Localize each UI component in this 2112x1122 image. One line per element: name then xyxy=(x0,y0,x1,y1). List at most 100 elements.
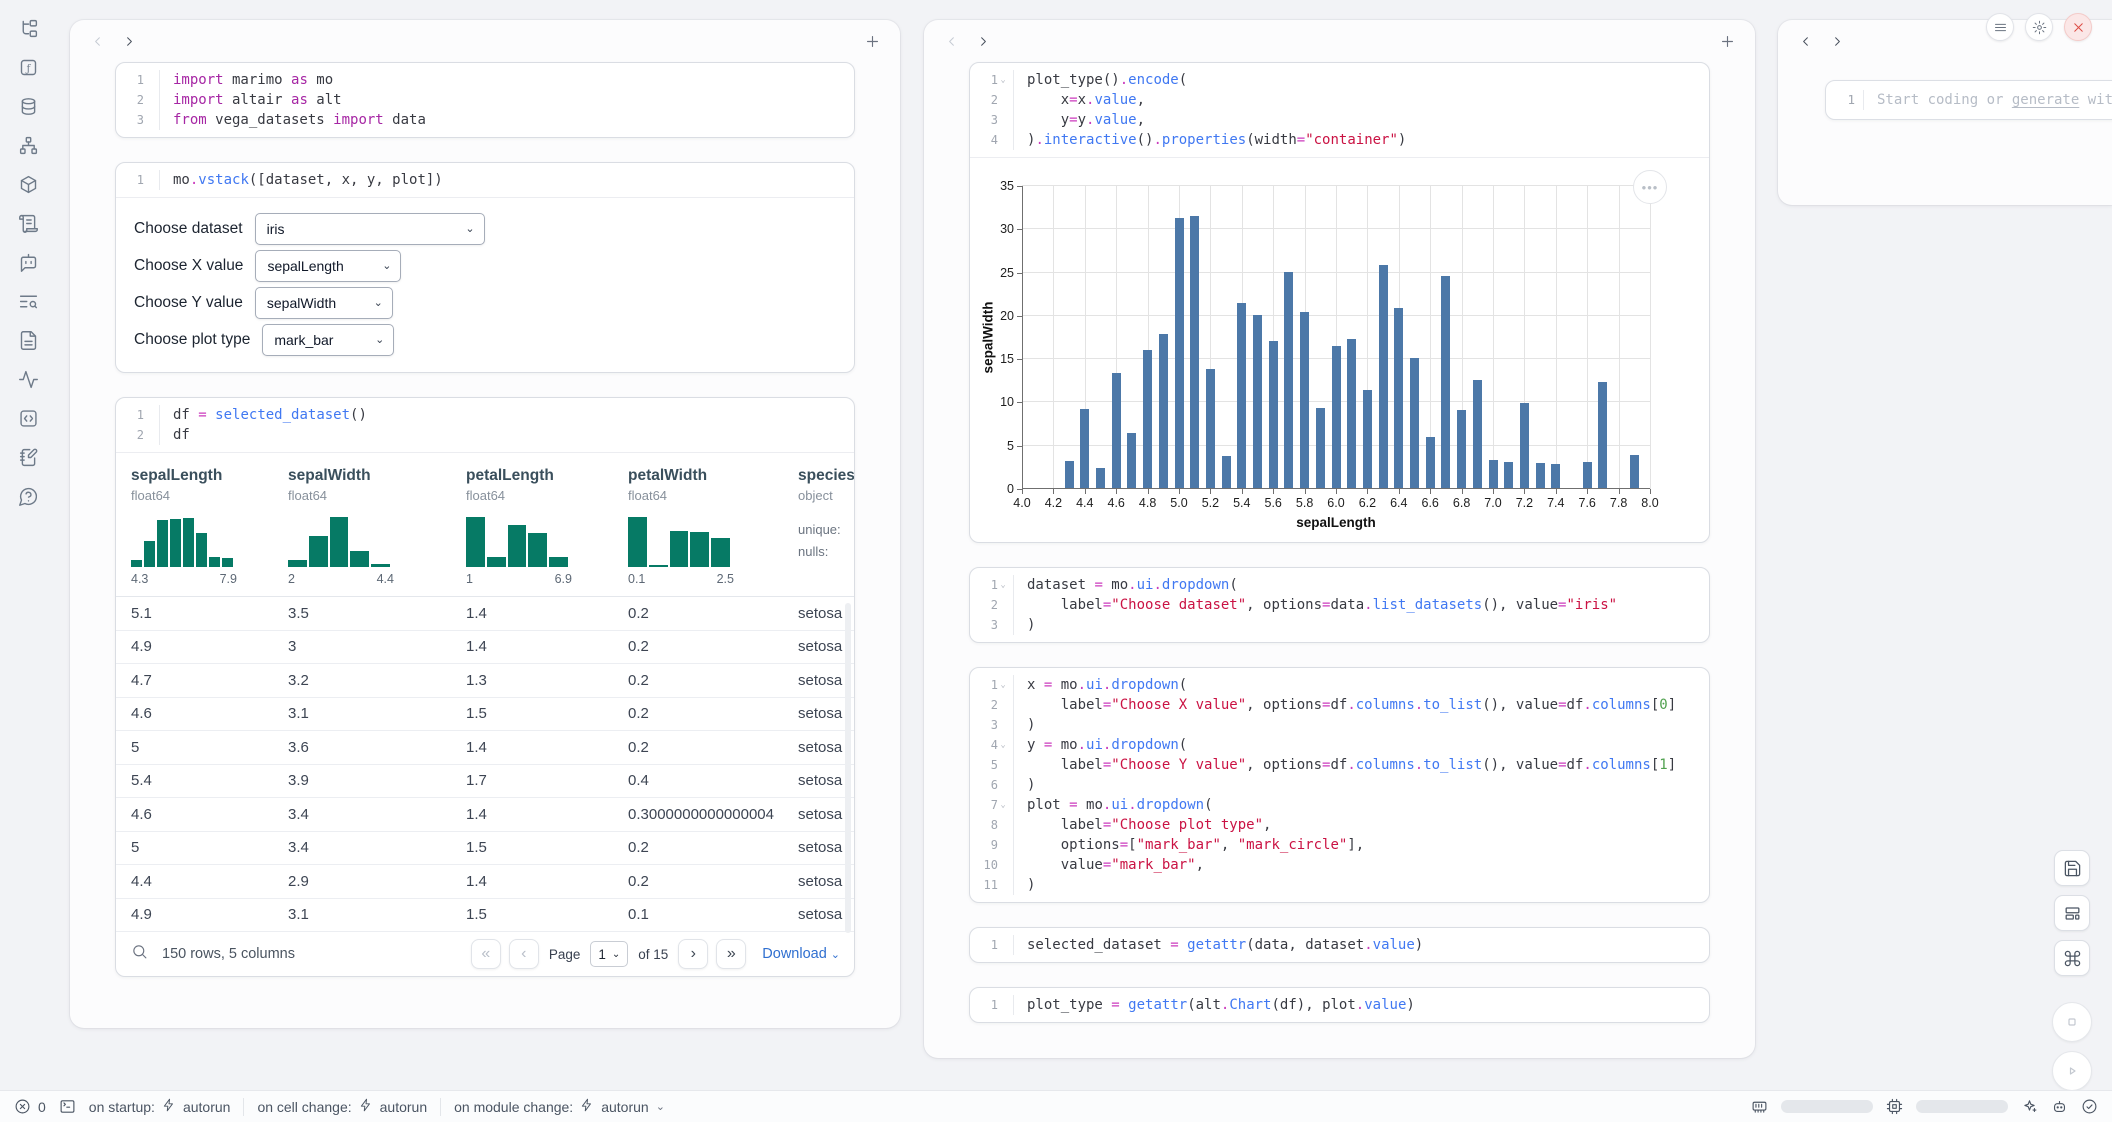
table-header: sepalLengthfloat644.37.9sepalWidthfloat6… xyxy=(116,453,854,597)
dependency-graph-icon[interactable] xyxy=(16,133,40,157)
lightning-icon xyxy=(359,1098,373,1115)
document-icon[interactable] xyxy=(16,328,40,352)
cell-selected-dataset[interactable]: 1selected_dataset = getattr(data, datase… xyxy=(969,927,1710,963)
on-module-change-config[interactable]: on module change: autorun ⌄ xyxy=(454,1098,665,1115)
error-count[interactable]: 0 xyxy=(14,1098,46,1115)
column-prev-icon[interactable] xyxy=(88,32,106,50)
table-row[interactable]: 5.43.91.70.4setosa xyxy=(116,765,854,799)
close-icon[interactable] xyxy=(2064,13,2092,41)
column-header[interactable]: sepalLengthfloat644.37.9 xyxy=(116,467,273,586)
column-prev-icon[interactable] xyxy=(942,32,960,50)
code-line: label="Choose Y value", options=df.colum… xyxy=(1014,755,1709,775)
activity-icon[interactable] xyxy=(16,367,40,391)
histogram-bar xyxy=(209,557,220,567)
package-icon[interactable] xyxy=(16,172,40,196)
chatbot-icon[interactable] xyxy=(16,250,40,274)
plot-type-select[interactable]: mark_bar⌄ xyxy=(262,324,394,356)
code-line: ) xyxy=(1014,715,1709,735)
file-tree-icon[interactable] xyxy=(16,16,40,40)
save-button[interactable] xyxy=(2054,850,2090,886)
column-header[interactable]: sepalWidthfloat6424.4 xyxy=(273,467,451,586)
run-button[interactable] xyxy=(2052,1051,2092,1091)
code-editor[interactable]: 1mo.vstack([dataset, x, y, plot]) xyxy=(116,163,854,198)
prev-page-button[interactable]: ‹ xyxy=(509,939,539,969)
table-row[interactable]: 4.93.11.50.1setosa xyxy=(116,899,854,933)
code-editor[interactable]: 1import marimo as mo2import altair as al… xyxy=(116,63,854,137)
command-palette-button[interactable] xyxy=(2054,940,2090,976)
cell-dataset-dropdown[interactable]: 1⌄dataset = mo.ui.dropdown(2 label="Choo… xyxy=(969,567,1710,643)
table-scrollbar[interactable] xyxy=(845,603,851,933)
code-editor[interactable]: 1⌄dataset = mo.ui.dropdown(2 label="Choo… xyxy=(970,568,1709,642)
cell-empty[interactable]: 1 Start coding or generate with xyxy=(1825,80,2112,120)
search-icon[interactable] xyxy=(131,943,148,965)
y-value-select[interactable]: sepalWidth⌄ xyxy=(255,287,393,319)
column-header[interactable]: petalLengthfloat6416.9 xyxy=(451,467,613,586)
log-search-icon[interactable] xyxy=(16,289,40,313)
last-page-button[interactable]: » xyxy=(716,939,746,969)
connection-status-icon[interactable] xyxy=(2081,1098,2098,1115)
code-editor[interactable]: 1⌄x = mo.ui.dropdown(2 label="Choose X v… xyxy=(970,668,1709,902)
cell-plot-type[interactable]: 1plot_type = getattr(alt.Chart(df), plot… xyxy=(969,987,1710,1023)
column-next-icon[interactable] xyxy=(974,32,992,50)
x-tick-label: 4.4 xyxy=(1076,496,1093,510)
dropdown-label: Choose plot type xyxy=(134,331,250,349)
help-icon[interactable] xyxy=(16,484,40,508)
table-cell: 2.9 xyxy=(273,873,451,890)
add-cell-icon[interactable] xyxy=(862,31,882,51)
status-bar: 0 on startup: autorun on cell change: au… xyxy=(0,1090,2112,1122)
gridline xyxy=(1493,186,1494,489)
table-row[interactable]: 53.41.50.2setosa xyxy=(116,832,854,866)
copilot-bot-icon[interactable] xyxy=(2051,1098,2068,1115)
line-number: 1⌄ xyxy=(970,70,1014,90)
table-row[interactable]: 4.42.91.40.2setosa xyxy=(116,865,854,899)
code-editor[interactable]: 1selected_dataset = getattr(data, datase… xyxy=(970,928,1709,962)
ai-sparkles-icon[interactable] xyxy=(2021,1098,2038,1115)
code-placeholder[interactable]: Start coding or generate with xyxy=(1864,90,2112,110)
column-header[interactable]: speciesobjectunique:nulls: xyxy=(783,467,854,586)
histogram-bar xyxy=(670,531,689,567)
next-page-button[interactable]: › xyxy=(678,939,708,969)
on-cell-change-config[interactable]: on cell change: autorun xyxy=(257,1098,427,1115)
on-startup-config[interactable]: on startup: autorun xyxy=(89,1098,231,1115)
table-row[interactable]: 4.931.40.2setosa xyxy=(116,631,854,665)
table-row[interactable]: 4.73.21.30.2setosa xyxy=(116,664,854,698)
database-icon[interactable] xyxy=(16,94,40,118)
add-cell-icon[interactable] xyxy=(1717,31,1737,51)
download-button[interactable]: Download⌄ xyxy=(762,946,840,962)
table-row[interactable]: 4.63.11.50.2setosa xyxy=(116,698,854,732)
cell-imports[interactable]: 1import marimo as mo2import altair as al… xyxy=(115,62,855,138)
layout-button[interactable] xyxy=(2054,895,2090,931)
code-editor[interactable]: 1plot_type = getattr(alt.Chart(df), plot… xyxy=(970,988,1709,1022)
code-line: x=x.value, xyxy=(1014,90,1709,110)
column-next-icon[interactable] xyxy=(120,32,138,50)
column-header[interactable]: petalWidthfloat640.12.5 xyxy=(613,467,783,586)
settings-gear-icon[interactable] xyxy=(2025,13,2053,41)
code-block-icon[interactable] xyxy=(16,406,40,430)
script-icon[interactable] xyxy=(16,211,40,235)
table-row[interactable]: 4.63.41.40.3000000000000004setosa xyxy=(116,798,854,832)
generate-with-ai-link[interactable]: generate xyxy=(2012,92,2079,108)
column-next-icon[interactable] xyxy=(1828,32,1846,50)
cell-dataframe[interactable]: 1df = selected_dataset()2df sepalLengthf… xyxy=(115,397,855,977)
table-cell: 1.5 xyxy=(451,705,613,722)
dataset-select[interactable]: iris⌄ xyxy=(255,213,485,245)
histogram-bar xyxy=(330,517,349,567)
table-row[interactable]: 53.61.40.2setosa xyxy=(116,731,854,765)
first-page-button[interactable]: « xyxy=(471,939,501,969)
cell-xy-plot-dropdowns[interactable]: 1⌄x = mo.ui.dropdown(2 label="Choose X v… xyxy=(969,667,1710,903)
terminal-button[interactable] xyxy=(59,1098,76,1115)
menu-icon[interactable] xyxy=(1986,13,2014,41)
chart-actions-menu-icon[interactable]: ••• xyxy=(1633,170,1667,204)
code-editor[interactable]: 1⌄plot_type().encode(2 x=x.value,3 y=y.v… xyxy=(970,63,1709,158)
cell-chart[interactable]: 1⌄plot_type().encode(2 x=x.value,3 y=y.v… xyxy=(969,62,1710,543)
x-value-select[interactable]: sepalLength⌄ xyxy=(255,250,401,282)
function-icon[interactable]: ƒ xyxy=(16,55,40,79)
table-row[interactable]: 5.13.51.40.2setosa xyxy=(116,597,854,631)
page-select[interactable]: 1⌄ xyxy=(590,941,628,967)
cell-vstack[interactable]: 1mo.vstack([dataset, x, y, plot]) Choose… xyxy=(115,162,855,373)
code-editor[interactable]: 1df = selected_dataset()2df xyxy=(116,398,854,453)
column-prev-icon[interactable] xyxy=(1796,32,1814,50)
stop-button[interactable] xyxy=(2052,1002,2092,1042)
ram-icon xyxy=(1751,1098,1768,1115)
scratchpad-icon[interactable] xyxy=(16,445,40,469)
